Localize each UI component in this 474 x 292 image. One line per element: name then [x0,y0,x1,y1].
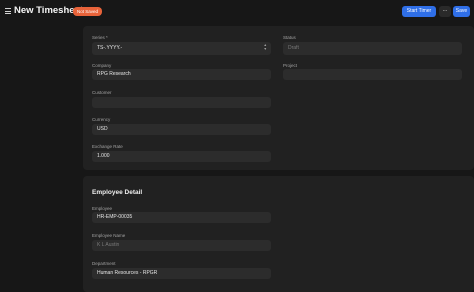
currency-label: Currency [92,117,111,122]
status-field: Draft [283,42,462,55]
customer-field[interactable] [92,97,271,108]
series-label: Series * [92,35,108,40]
start-timer-button[interactable]: Start Timer [402,6,436,17]
department-field[interactable]: Human Resources - RPGR [92,268,271,279]
series-select[interactable]: TS-.YYYY.- ▲ ▼ [92,42,271,55]
employee-field[interactable]: HR-EMP-00035 [92,212,271,223]
page-header: New Timesheet Not Saved Start Timer ... … [0,0,474,24]
customer-label: Customer [92,90,112,95]
project-field[interactable] [283,69,462,80]
exchange-rate-label: Exchange Rate [92,144,123,149]
currency-field[interactable]: USD [92,124,271,135]
company-field[interactable]: RPG Research [92,69,271,80]
status-label: Status [283,35,296,40]
employee-label: Employee [92,206,113,211]
department-label: Department [92,261,116,266]
employee-name-field: K L Austin [92,240,271,251]
employee-name-label: Employee Name [92,233,126,238]
save-button[interactable]: Save [453,6,470,17]
select-arrows-icon: ▲ ▼ [263,43,267,51]
status-badge: Not Saved [73,7,103,16]
more-actions-button[interactable]: ... [439,6,451,17]
section-title-employee-detail: Employee Detail [92,189,143,196]
company-label: Company [92,63,112,68]
menu-icon[interactable] [5,8,11,14]
exchange-rate-field[interactable]: 1.000 [92,151,271,162]
project-label: Project [283,63,298,68]
series-value: TS-.YYYY.- [97,45,123,51]
